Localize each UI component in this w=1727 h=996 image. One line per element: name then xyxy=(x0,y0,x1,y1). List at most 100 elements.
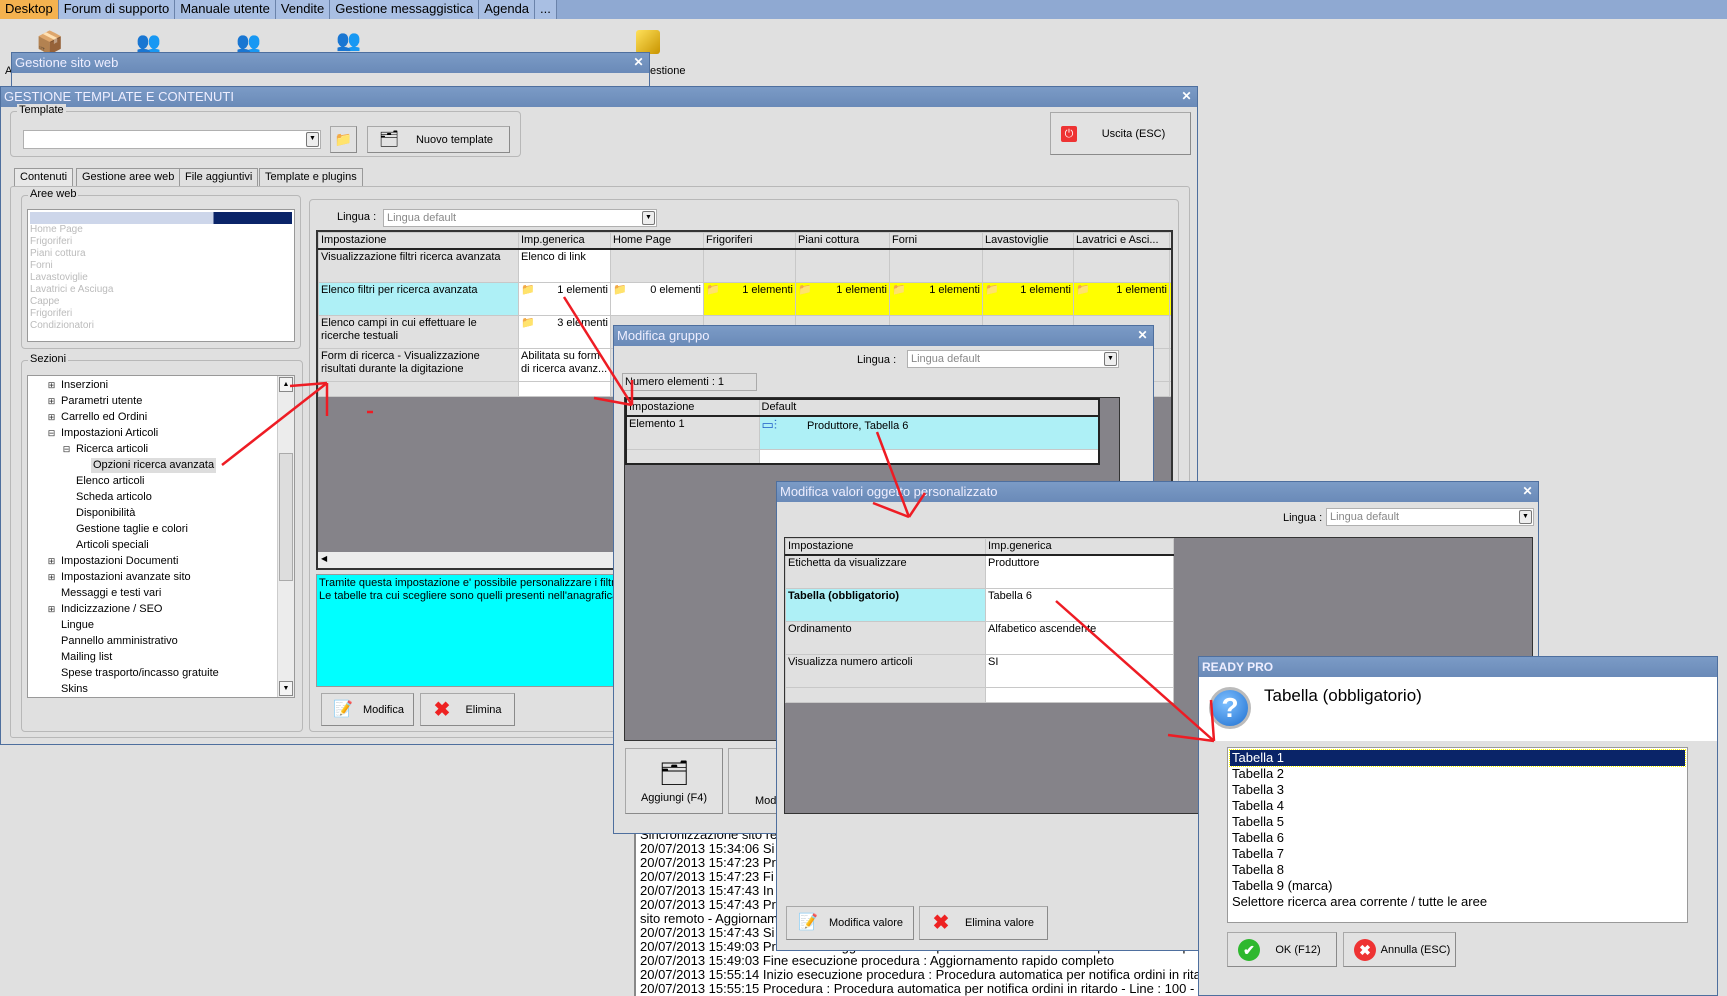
option-item[interactable]: Tabella 4 xyxy=(1230,798,1685,814)
column-header[interactable]: Impostazione xyxy=(785,538,986,556)
expand-icon[interactable]: ⊞ xyxy=(47,397,56,406)
tab-more[interactable]: ... xyxy=(535,0,557,19)
close-icon[interactable]: ✕ xyxy=(1180,90,1193,103)
grid-cell[interactable]: ▭⫶ Produttore, Tabella 6 xyxy=(758,415,1100,450)
column-header[interactable] xyxy=(1169,232,1171,250)
grid-cell[interactable]: 📁 1 elementi xyxy=(889,281,983,316)
grid-cell[interactable]: Elenco campi in cui effettuare le ricerc… xyxy=(318,314,519,349)
web-area-item[interactable]: Frigoriferi xyxy=(28,236,294,248)
grid-cell[interactable]: Visualizza numero articoli xyxy=(785,653,986,688)
grid-row[interactable] xyxy=(785,686,1174,703)
delete-button[interactable]: ✖ Elimina xyxy=(420,693,515,726)
grid-cell[interactable] xyxy=(758,448,1100,465)
chevron-down-icon[interactable]: ▼ xyxy=(642,211,655,225)
grid-cell[interactable]: Elenco di link xyxy=(518,248,611,283)
grid-row[interactable]: Etichetta da visualizzare Produttore xyxy=(785,554,1174,589)
tab-gestione-aree-web[interactable]: Gestione aree web xyxy=(76,168,181,187)
grid-cell[interactable] xyxy=(785,686,986,703)
tab-manual[interactable]: Manuale utente xyxy=(175,0,276,19)
column-header[interactable]: Lavatrici e Asci... xyxy=(1073,232,1170,250)
grid-row[interactable]: Elemento 1 ▭⫶ Produttore, Tabella 6 xyxy=(625,415,1100,450)
grid-cell[interactable]: 📁 1 elementi xyxy=(795,281,890,316)
column-header[interactable]: Impostazione xyxy=(318,232,519,250)
tree-item[interactable]: Pannello amministrativo xyxy=(61,634,178,649)
close-icon[interactable]: ✕ xyxy=(1136,329,1149,342)
tab-desktop[interactable]: Desktop xyxy=(0,0,59,19)
option-item[interactable]: Tabella 7 xyxy=(1230,846,1685,862)
grid-cell[interactable]: 📁 0 elementi xyxy=(610,281,704,316)
web-area-item[interactable]: Condizionatori xyxy=(28,320,294,332)
tab-forum[interactable]: Forum di supporto xyxy=(58,0,176,19)
tree-item[interactable]: Indicizzazione / SEO xyxy=(61,602,163,617)
tree-item[interactable]: Opzioni ricerca avanzata xyxy=(91,458,217,473)
grid-cell[interactable]: Alfabetico ascendente xyxy=(985,620,1174,655)
column-header[interactable]: Imp.generica xyxy=(985,538,1174,556)
tree-item[interactable]: Impostazioni Articoli xyxy=(61,426,158,441)
grid-cell[interactable]: Visualizzazione filtri ricerca avanzata xyxy=(318,248,519,283)
grid-cell[interactable]: 📁 1 elementi xyxy=(982,281,1074,316)
add-button[interactable]: 🗂 Aggiungi (F4) xyxy=(625,748,723,814)
grid-cell[interactable] xyxy=(985,686,1174,703)
grid-cell[interactable]: 📁 1 elementi xyxy=(703,281,796,316)
close-icon[interactable]: ✕ xyxy=(1521,485,1534,498)
tree-item[interactable]: Disponibilità xyxy=(76,506,135,521)
options-list[interactable]: Tabella 1 Tabella 2 Tabella 3 Tabella 4 Tabe… xyxy=(1227,747,1688,923)
cube-icon[interactable] xyxy=(636,30,660,54)
grid-cell[interactable] xyxy=(625,448,760,465)
tree-item[interactable]: Lingue xyxy=(61,618,94,633)
scroll-left-icon[interactable]: ◀ xyxy=(318,554,327,563)
collapse-icon[interactable]: ⊟ xyxy=(62,445,71,454)
grid-cell[interactable] xyxy=(795,248,890,283)
open-folder-button[interactable]: 📁 xyxy=(330,126,357,153)
scroll-up-icon[interactable]: ▲ xyxy=(279,377,293,392)
ok-button[interactable]: ✔ OK (F12) xyxy=(1227,932,1337,967)
grid-cell[interactable] xyxy=(703,248,796,283)
expand-icon[interactable]: ⊞ xyxy=(47,605,56,614)
grid-row[interactable] xyxy=(625,448,1100,465)
chevron-down-icon[interactable]: ▼ xyxy=(1104,352,1117,366)
tab-template-plugins[interactable]: Template e plugins xyxy=(259,168,363,187)
grid-row[interactable]: Visualizza numero articoli SI xyxy=(785,653,1174,688)
web-area-item[interactable]: Lavastoviglie xyxy=(28,272,294,284)
scroll-down-icon[interactable]: ▼ xyxy=(279,681,293,696)
web-area-item[interactable]: Home Page xyxy=(28,224,294,236)
web-area-selected[interactable] xyxy=(30,212,292,224)
tab-agenda[interactable]: Agenda xyxy=(479,0,536,19)
tree-item[interactable]: Inserzioni xyxy=(61,378,108,393)
collapse-icon[interactable]: ⊟ xyxy=(47,429,56,438)
tree-item[interactable]: Gestione taglie e colori xyxy=(76,522,188,537)
grid-cell[interactable] xyxy=(1073,248,1170,283)
grid-cell[interactable]: Elenco filtri per ricerca avanzata xyxy=(318,281,519,316)
tree-item[interactable]: Articoli speciali xyxy=(76,538,149,553)
grid-cell[interactable]: Tabella (obbligatorio) xyxy=(785,587,986,622)
web-area-item[interactable]: Lavatrici e Asciuga xyxy=(28,284,294,296)
tree-item[interactable]: Messaggi e testi vari xyxy=(61,586,161,601)
tree-item[interactable]: Ricerca articoli xyxy=(76,442,148,457)
delete-value-button[interactable]: ✖ Elimina valore xyxy=(919,906,1048,940)
chevron-down-icon[interactable]: ▼ xyxy=(1519,510,1532,524)
template-select[interactable]: ▼ xyxy=(23,130,321,149)
grid-cell[interactable] xyxy=(518,380,611,397)
grid-cell[interactable]: Etichetta da visualizzare xyxy=(785,554,986,589)
close-icon[interactable]: ✕ xyxy=(632,56,645,69)
option-item[interactable]: Selettore ricerca area corrente / tutte … xyxy=(1230,894,1685,910)
expand-icon[interactable]: ⊞ xyxy=(47,381,56,390)
web-areas-list[interactable]: Home Page Frigoriferi Piani cottura Forni La… xyxy=(27,209,295,342)
cancel-button[interactable]: ✖ Annulla (ESC) xyxy=(1343,932,1456,967)
tree-scrollbar[interactable]: ▲ ▼ xyxy=(277,376,294,697)
option-item[interactable]: Tabella 8 xyxy=(1230,862,1685,878)
expand-icon[interactable]: ⊞ xyxy=(47,557,56,566)
column-header[interactable]: Frigoriferi xyxy=(703,232,796,250)
sections-tree[interactable]: ▲ ▼ ⊞ Inserzioni ⊞ Parametri utente ⊞ Carrell… xyxy=(27,375,295,698)
grid-cell[interactable]: 📁 1 elementi xyxy=(1073,281,1170,316)
grid-row[interactable]: Visualizzazione filtri ricerca avanzata E… xyxy=(318,248,1171,283)
tree-item[interactable]: Skins xyxy=(61,682,88,697)
chevron-down-icon[interactable]: ▼ xyxy=(306,132,319,147)
grid-cell[interactable] xyxy=(610,248,704,283)
column-header[interactable]: Impostazione xyxy=(625,398,760,417)
column-header[interactable]: Imp.generica xyxy=(518,232,611,250)
web-area-item[interactable]: Piani cottura xyxy=(28,248,294,260)
edit-button[interactable]: 📝 Modifica xyxy=(321,693,414,726)
grid-cell[interactable]: Form di ricerca - Visualizzazione risult… xyxy=(318,347,519,382)
grid-cell[interactable]: Tabella 6 xyxy=(985,587,1174,622)
